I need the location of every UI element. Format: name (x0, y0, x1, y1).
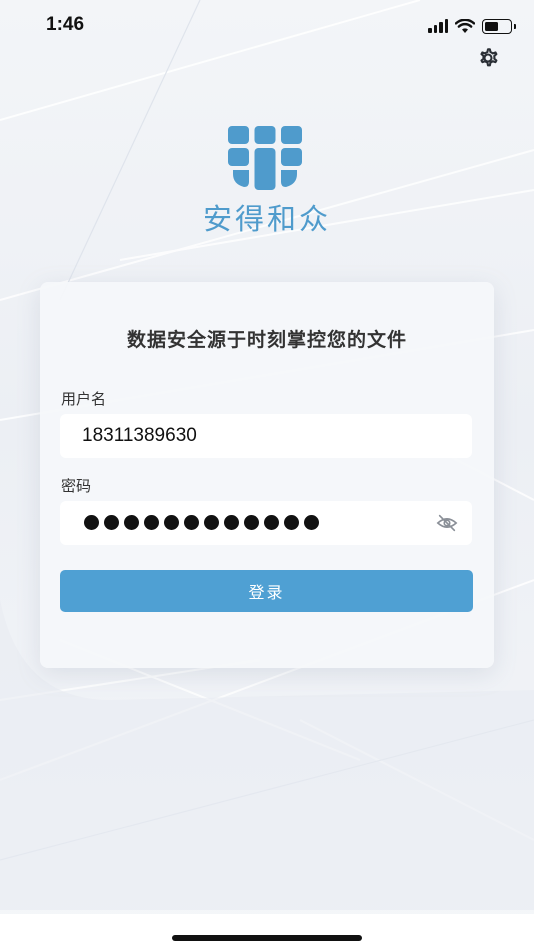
password-dot (304, 515, 319, 530)
password-field[interactable] (60, 501, 472, 545)
password-dot (244, 515, 259, 530)
password-dot (124, 515, 139, 530)
login-button[interactable]: 登录 (60, 570, 473, 612)
password-dot (184, 515, 199, 530)
status-time: 1:46 (46, 14, 85, 35)
cellular-signal-icon (428, 19, 448, 33)
username-value: 18311389630 (82, 425, 197, 446)
battery-icon (482, 18, 516, 34)
password-dot (164, 515, 179, 530)
password-dot (284, 515, 299, 530)
brand-name: 安得和众 (202, 202, 331, 236)
password-label: 密码 (61, 477, 92, 495)
password-dot (224, 515, 239, 530)
login-headline: 数据安全源于时刻掌控您的文件 (126, 329, 407, 351)
password-mask (84, 515, 319, 530)
brand-logo-icon (228, 126, 302, 190)
wifi-icon (455, 18, 475, 33)
status-bar: 1:46 (0, 0, 534, 50)
username-field[interactable]: 18311389630 (60, 414, 472, 458)
bottom-safe-area (0, 914, 534, 950)
status-icons (428, 16, 516, 36)
login-card: 数据安全源于时刻掌控您的文件 用户名 18311389630 密码 登录 (40, 282, 494, 668)
password-dot (204, 515, 219, 530)
username-label: 用户名 (61, 390, 107, 408)
password-dot (84, 515, 99, 530)
password-dot (104, 515, 119, 530)
password-dot (264, 515, 279, 530)
gear-icon[interactable] (474, 44, 502, 72)
eye-off-icon[interactable] (436, 513, 458, 533)
home-indicator[interactable] (172, 935, 362, 941)
password-dot (144, 515, 159, 530)
